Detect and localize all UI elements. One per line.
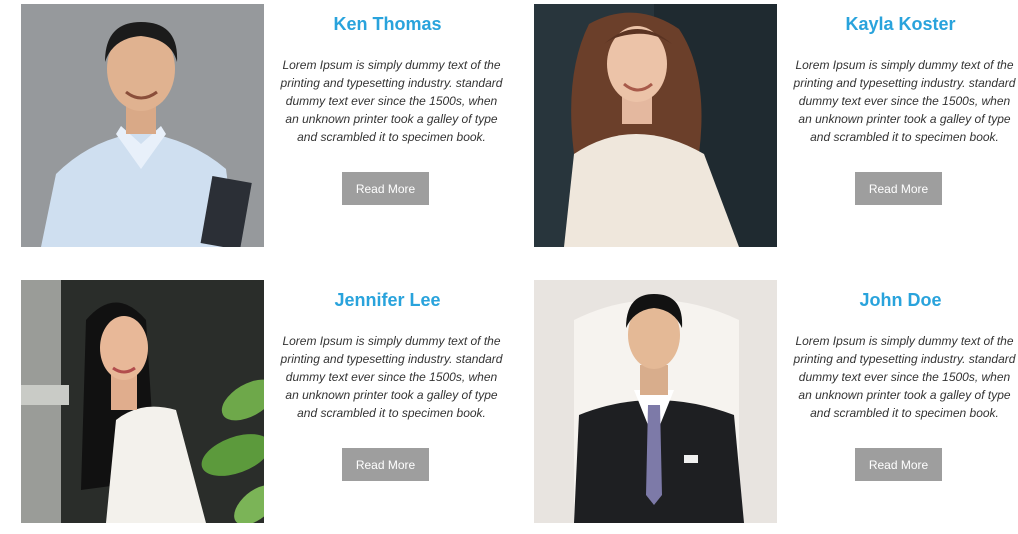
profile-photo [21,4,264,247]
read-more-button[interactable]: Read More [855,448,942,481]
profile-bio: Lorem Ipsum is simply dummy text of the … [793,334,1016,420]
profile-photo [534,280,777,523]
woman-portrait-image [534,4,777,247]
profile-bio: Lorem Ipsum is simply dummy text of the … [280,334,503,420]
profile-info: Kayla Koster Lorem Ipsum is simply dummy… [777,4,1018,247]
profile-card-kayla-koster: Kayla Koster Lorem Ipsum is simply dummy… [534,4,1018,247]
profile-info: Ken Thomas Lorem Ipsum is simply dummy t… [264,4,511,247]
profile-name: Jennifer Lee [334,290,441,310]
profile-card-john-doe: John Doe Lorem Ipsum is simply dummy tex… [534,280,1018,523]
woman-portrait-image [21,280,264,523]
profile-card-ken-thomas: Ken Thomas Lorem Ipsum is simply dummy t… [21,4,511,247]
read-more-button[interactable]: Read More [855,172,942,205]
read-more-button[interactable]: Read More [342,448,429,481]
profile-name: John Doe [859,290,942,310]
profile-photo [534,4,777,247]
man-portrait-image [534,280,777,523]
profile-info: John Doe Lorem Ipsum is simply dummy tex… [777,280,1018,523]
profile-photo [21,280,264,523]
read-more-button[interactable]: Read More [342,172,429,205]
profile-name: Kayla Koster [845,14,956,34]
profile-bio: Lorem Ipsum is simply dummy text of the … [793,58,1016,144]
profile-card-jennifer-lee: Jennifer Lee Lorem Ipsum is simply dummy… [21,280,511,523]
profile-bio: Lorem Ipsum is simply dummy text of the … [280,58,503,144]
profile-name: Ken Thomas [333,14,442,34]
profile-info: Jennifer Lee Lorem Ipsum is simply dummy… [264,280,511,523]
man-portrait-image [21,4,264,247]
